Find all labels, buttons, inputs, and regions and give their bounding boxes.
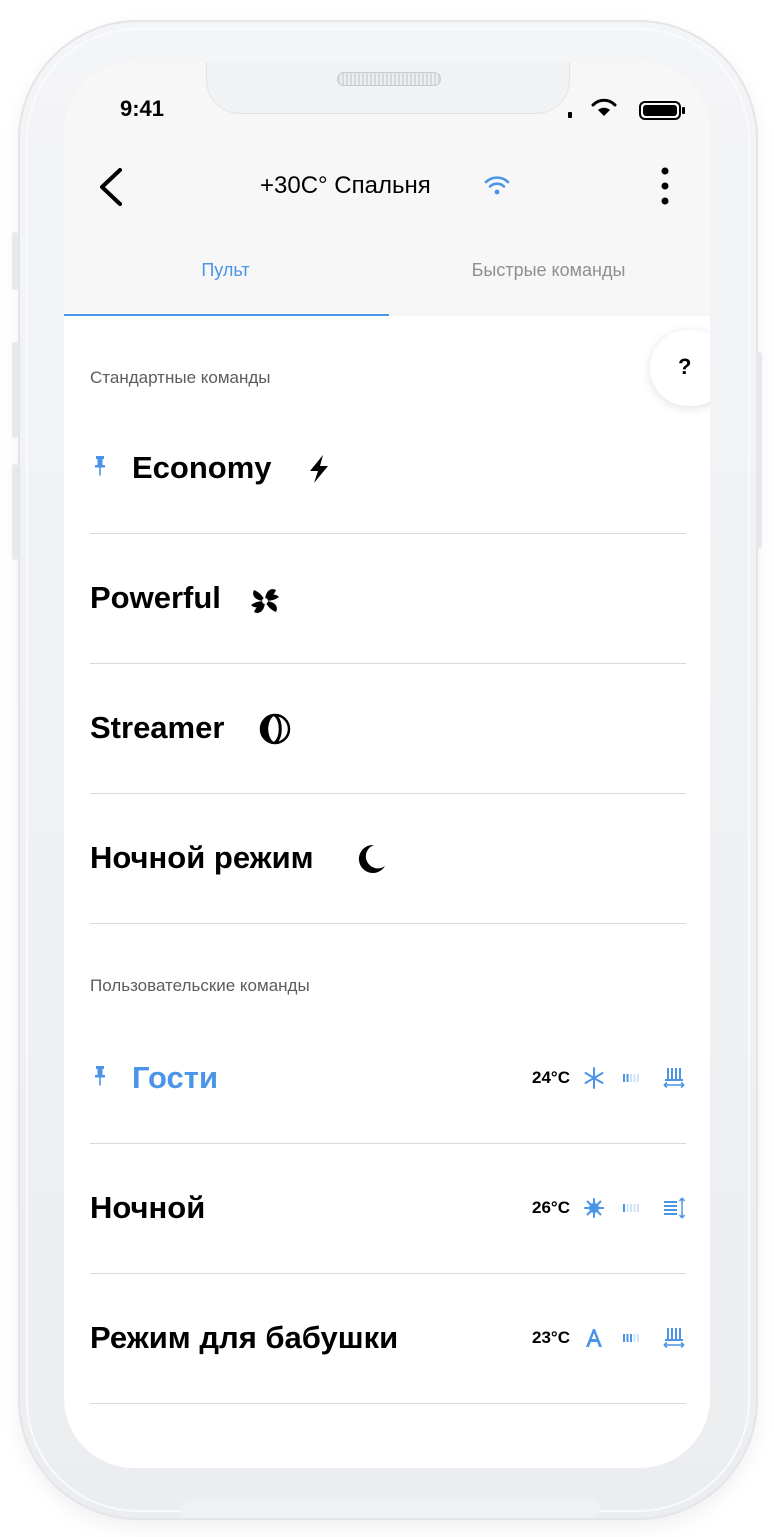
streamer-icon [259, 713, 291, 745]
command-settings: 26°C [506, 1194, 686, 1224]
section-standard-commands: Стандартные команды [90, 368, 271, 387]
fan-speed-icon [623, 1074, 639, 1082]
auto-mode-icon [586, 1329, 602, 1347]
lightning-icon [310, 455, 328, 483]
command-label: Economy [132, 450, 272, 485]
command-label: Ночной режим [90, 840, 314, 875]
command-label: Streamer [90, 710, 225, 745]
more-vertical-icon [661, 167, 669, 205]
volume-down-button [12, 464, 18, 560]
wifi-icon [484, 174, 510, 196]
screen: 9:41 +30С° Спальня Пульт Быстрые команды… [64, 62, 710, 1468]
swing-horizontal-icon [663, 1328, 685, 1349]
help-button[interactable]: ? [650, 330, 710, 406]
top-bar: 9:41 +30С° Спальня Пульт Быстрые команды [64, 62, 710, 316]
command-label: Powerful [90, 580, 221, 615]
moon-icon [358, 844, 385, 873]
status-time: 9:41 [120, 96, 165, 121]
power-button [756, 352, 762, 548]
command-settings: 24°C [506, 1064, 686, 1094]
temperature: 23°C [532, 1328, 570, 1347]
temperature: 26°C [532, 1198, 570, 1217]
phone-bottom-edge [180, 1500, 600, 1518]
tab-remote[interactable]: Пульт [64, 252, 387, 316]
volume-up-button [12, 342, 18, 438]
snowflake-icon [584, 1067, 604, 1089]
command-row-grandma-mode[interactable]: Режим для бабушки 23°C [90, 1274, 686, 1404]
temperature: 24°C [532, 1068, 570, 1087]
wifi-status-icon [591, 98, 617, 116]
notch [206, 62, 570, 114]
command-label: Ночной [90, 1190, 206, 1225]
active-tab-indicator [64, 314, 389, 316]
command-row-guests[interactable]: Гости 24°C [90, 1014, 686, 1144]
status-icons [564, 94, 694, 124]
section-user-commands: Пользовательские команды [90, 976, 310, 995]
command-row-economy[interactable]: Economy [90, 404, 686, 534]
pin-icon [95, 456, 105, 476]
command-row-powerful[interactable]: Powerful [90, 534, 686, 664]
tab-quick-commands[interactable]: Быстрые команды [387, 252, 710, 316]
page-title: +30С° Спальня [260, 172, 431, 199]
speaker-grille [337, 72, 441, 86]
command-settings: 23°C [506, 1324, 686, 1354]
command-label: Гости [132, 1060, 219, 1095]
help-label: ? [678, 354, 692, 379]
fan-speed-icon [623, 1204, 639, 1212]
command-row-night[interactable]: Ночной 26°C [90, 1144, 686, 1274]
tab-bar: Пульт Быстрые команды [64, 252, 710, 316]
battery-icon [639, 101, 685, 120]
fan-speed-icon [623, 1334, 639, 1342]
command-row-night-mode[interactable]: Ночной режим [90, 794, 686, 924]
pin-icon [95, 1066, 105, 1086]
sun-icon [584, 1198, 604, 1218]
header-bar: +30С° Спальня [64, 148, 710, 228]
back-button[interactable] [92, 162, 132, 212]
mute-switch [12, 232, 18, 290]
fan-icon [251, 589, 279, 613]
signal-icon [568, 112, 572, 118]
command-label: Режим для бабушки [90, 1320, 399, 1355]
more-options-button[interactable] [650, 162, 680, 212]
swing-vertical-icon [664, 1197, 686, 1219]
chevron-left-icon [100, 168, 122, 206]
swing-horizontal-icon [663, 1068, 685, 1089]
command-row-streamer[interactable]: Streamer [90, 664, 686, 794]
